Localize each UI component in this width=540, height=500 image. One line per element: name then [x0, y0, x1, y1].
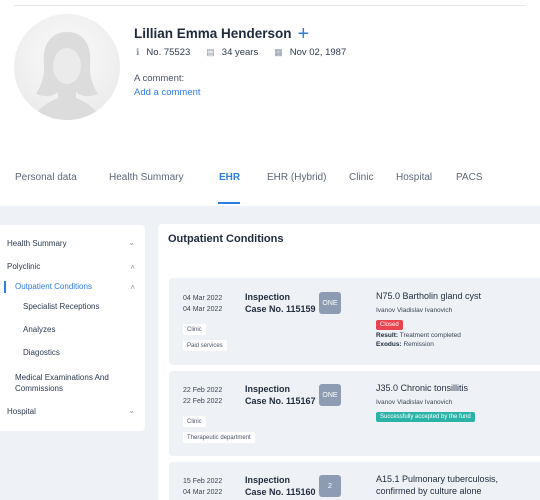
tab-ehr-hybrid[interactable]: EHR (Hybrid): [267, 172, 326, 183]
record-date-end: 04 Mar 2022: [183, 306, 223, 313]
page-title: Outpatient Conditions: [168, 233, 284, 245]
sidebar-item-outpatient-conditions[interactable]: Outpatient Conditions: [15, 282, 92, 291]
tab-health-summary[interactable]: Health Summary: [109, 172, 183, 183]
patient-name: Lillian Emma Henderson: [134, 26, 292, 41]
exodus-label: Exodus:: [376, 341, 402, 348]
record-diagnosis: N75.0 Bartholin gland cyst: [376, 291, 482, 301]
record-type-label: Inspection: [245, 475, 291, 485]
tab-hospital[interactable]: Hospital: [396, 172, 432, 183]
woman-silhouette-icon: [32, 32, 102, 120]
record-chip: Clinic: [183, 416, 206, 427]
sidebar-item-diagostics[interactable]: Diagostics: [23, 348, 60, 357]
record-type-label: Inspection: [245, 292, 291, 302]
result-label: Result:: [376, 332, 399, 339]
patient-number-item: ℹ No. 75523: [136, 47, 190, 58]
avatar: [14, 14, 120, 120]
record-dates: 04 Mar 2022 04 Mar 2022: [183, 293, 222, 315]
record-date-start: 04 Mar 2022: [183, 295, 223, 302]
record-date-start: 15 Feb 2022: [183, 478, 223, 485]
record-chip: Therapeutic department: [183, 432, 255, 443]
record-case-number: Case No. 115159: [245, 304, 316, 314]
calendar-icon: ▦: [274, 47, 283, 57]
record-case-number: Case No. 115167: [245, 396, 316, 406]
patient-number: No. 75523: [146, 47, 191, 58]
record-exodus: Exodus: Remission: [376, 341, 434, 348]
record-doctor: Ivanov Vladislav Ivanovich: [376, 399, 453, 406]
sidebar: Health Summary ⌄ Polyclinic ˄ Outpatient…: [0, 225, 145, 431]
chevron-up-icon[interactable]: ˄: [130, 263, 135, 272]
record-date-start: 22 Feb 2022: [183, 387, 223, 394]
add-comment-link[interactable]: Add a comment: [134, 87, 201, 98]
sidebar-item-label: Medical Examinations And: [15, 373, 109, 382]
tab-bar: Personal data Health Summary EHR EHR (Hy…: [0, 166, 540, 206]
record-case-number: Case No. 115160: [245, 487, 316, 497]
add-icon[interactable]: +: [298, 24, 310, 44]
sidebar-item-medical-examinations[interactable]: Medical Examinations And Commissions: [15, 372, 109, 394]
record-count-badge: 2: [319, 475, 341, 497]
record-date-end: 22 Feb 2022: [183, 398, 223, 405]
record-date-end: 04 Mar 2022: [183, 489, 223, 496]
sidebar-item-specialist-receptions[interactable]: Specialist Receptions: [23, 302, 99, 311]
record-diagnosis: J35.0 Chronic tonsillitis: [376, 383, 469, 393]
record-chip: Paid services: [183, 340, 227, 351]
chevron-up-icon[interactable]: ˄: [130, 283, 135, 292]
patient-meta: ℹ No. 75523 ▤ 34 years ▦ Nov 02, 1987: [136, 47, 362, 58]
patient-age: 34 years: [221, 47, 259, 58]
patient-age-item: ▤ 34 years: [206, 47, 258, 58]
diagnosis-line: A15.1 Pulmonary tuberculosis,: [376, 474, 499, 484]
record-type-label: Inspection: [245, 384, 291, 394]
tab-personal-data[interactable]: Personal data: [15, 172, 77, 183]
record-type: Inspection Case No. 115160: [245, 474, 316, 498]
record-count-badge: ONE: [319, 292, 341, 314]
sidebar-item-polyclinic[interactable]: Polyclinic: [7, 262, 40, 271]
patient-birthdate: Nov 02, 1987: [289, 47, 347, 58]
active-item-indicator: [4, 281, 6, 293]
record-type: Inspection Case No. 115167: [245, 383, 316, 407]
record-count-badge: ONE: [319, 384, 341, 406]
exodus-value: Remission: [403, 341, 434, 348]
result-value: Treatment completed: [399, 332, 461, 339]
status-badge: Closed: [376, 320, 403, 330]
record-dates: 15 Feb 2022 04 Mar 2022: [183, 476, 222, 498]
comment-label: A comment:: [134, 73, 185, 84]
record-doctor: Ivanov Vladislav Ivanovich: [376, 307, 453, 314]
record-card[interactable]: 04 Mar 2022 04 Mar 2022 Inspection Case …: [169, 278, 540, 365]
tab-clinic[interactable]: Clinic: [349, 172, 373, 183]
record-card[interactable]: 22 Feb 2022 22 Feb 2022 Inspection Case …: [169, 371, 540, 456]
header-divider: [14, 0, 526, 6]
active-tab-indicator: [218, 202, 240, 204]
chevron-down-icon[interactable]: ⌄: [128, 406, 135, 415]
status-badge: Successfully accepted by the fund: [376, 412, 475, 422]
sidebar-item-hospital[interactable]: Hospital: [7, 407, 36, 416]
record-chip: Clinic: [183, 324, 206, 335]
tab-pacs[interactable]: PACS: [456, 172, 483, 183]
diagnosis-line: confirmed by culture alone: [376, 486, 482, 496]
patient-birthdate-item: ▦ Nov 02, 1987: [274, 47, 346, 58]
record-type: Inspection Case No. 115159: [245, 291, 316, 315]
chevron-down-icon[interactable]: ⌄: [128, 238, 135, 247]
sidebar-item-analyzes[interactable]: Analyzes: [23, 325, 55, 334]
id-card-icon: ▤: [206, 47, 215, 57]
patient-header: Lillian Emma Henderson + ℹ No. 75523 ▤ 3…: [0, 0, 540, 206]
record-result: Result: Treatment completed: [376, 332, 461, 339]
patient-name-row: Lillian Emma Henderson +: [134, 24, 310, 44]
record-dates: 22 Feb 2022 22 Feb 2022: [183, 385, 222, 407]
sidebar-item-label: Commissions: [15, 384, 64, 393]
record-card[interactable]: 15 Feb 2022 04 Mar 2022 Inspection Case …: [169, 462, 540, 500]
tab-ehr[interactable]: EHR: [219, 172, 240, 183]
info-icon: ℹ: [136, 47, 140, 57]
sidebar-item-health-summary[interactable]: Health Summary: [7, 239, 67, 248]
record-diagnosis: A15.1 Pulmonary tuberculosis, confirmed …: [376, 473, 536, 497]
